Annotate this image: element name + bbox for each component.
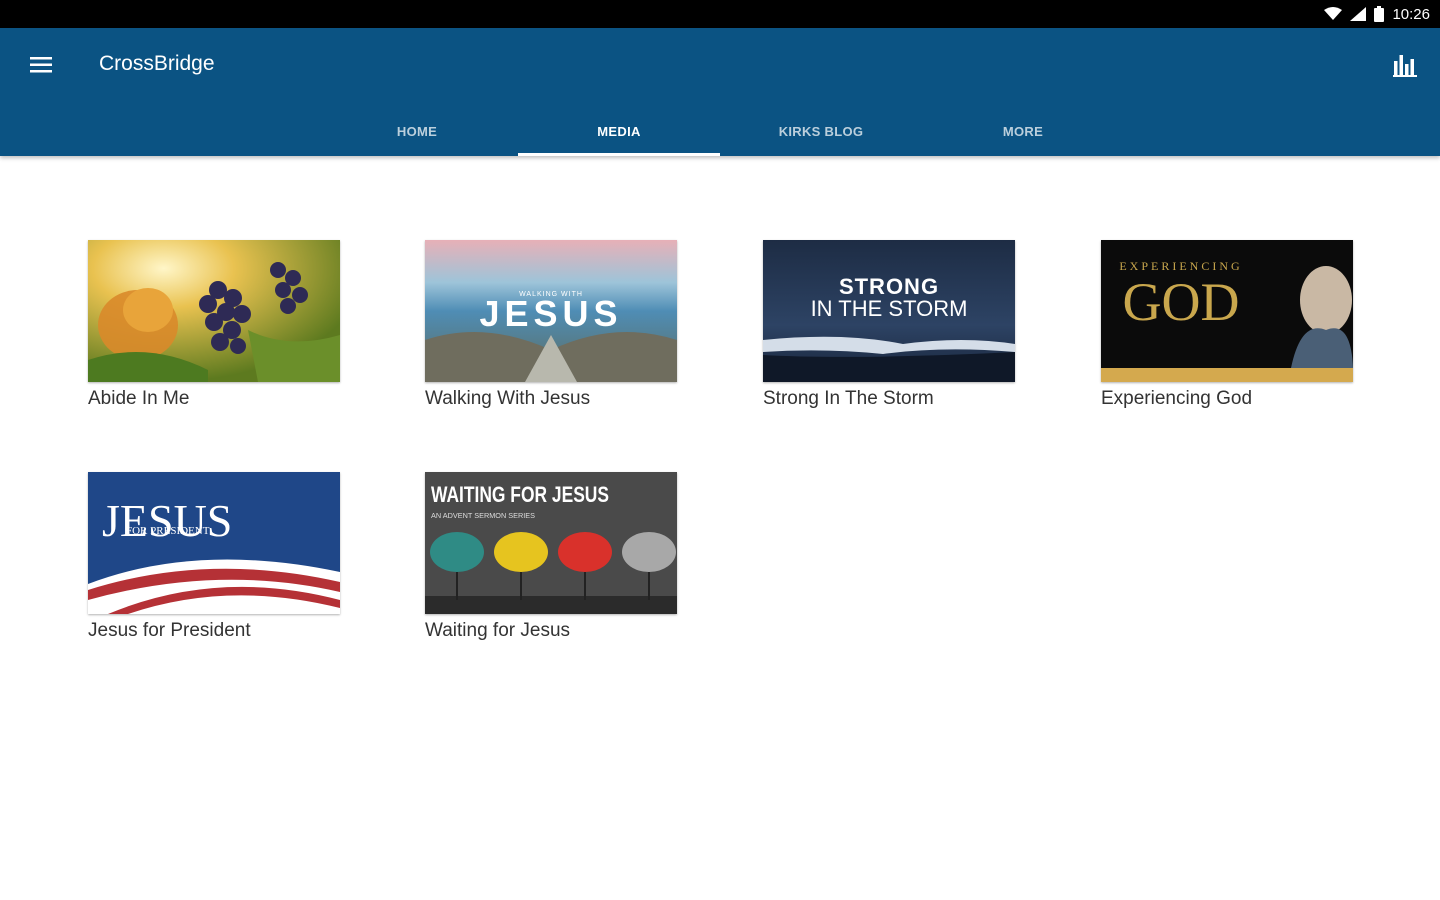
thumb-subtext: AN ADVENT SERMON SERIES [431,513,535,520]
tab-home[interactable]: HOME [316,106,518,156]
media-title: Waiting for Jesus [425,620,571,641]
thumb-text: JESUS [102,495,232,546]
media-thumbnail: WALKING WITH JESUS [425,240,677,382]
media-thumbnail: STRONG IN THE STORM [763,240,1015,382]
status-time: 10:26 [1392,5,1430,23]
signal-icon [1350,7,1367,21]
media-card-walking-with-jesus[interactable]: WALKING WITH JESUS Walking With Jesus [425,240,677,410]
media-title: Abide In Me [88,388,190,409]
thumb-text: WAITING FOR JESUS [431,482,609,507]
thumb-subtext: EXPERIENCING [1119,259,1242,273]
bar-chart-icon[interactable] [1388,48,1422,82]
hamburger-menu-icon[interactable] [24,50,58,80]
tab-media[interactable]: MEDIA [518,106,720,156]
app-bar: CrossBridge HOME MEDIA KIRKS BLOG MORE [0,28,1440,156]
thumb-subtext: FOR PRESIDENT [126,525,210,537]
wifi-icon [1324,7,1343,21]
tab-kirks-blog[interactable]: KIRKS BLOG [720,106,922,156]
media-thumbnail: EXPERIENCING GOD [1101,240,1353,382]
media-card-strong-in-the-storm[interactable]: STRONG IN THE STORM Strong In The Storm [763,240,1015,410]
thumb-text: JESUS [479,293,622,334]
media-thumbnail: WAITING FOR JESUS AN ADVENT SERMON SERIE… [425,472,677,614]
media-title: Jesus for President [88,620,251,641]
media-card-waiting-for-jesus[interactable]: WAITING FOR JESUS AN ADVENT SERMON SERIE… [425,472,677,642]
tab-bar: HOME MEDIA KIRKS BLOG MORE [316,106,1124,156]
media-card-jesus-for-president[interactable]: JESUS FOR PRESIDENT Jesus for President [88,472,340,642]
status-bar: 10:26 [0,0,1440,28]
tab-more[interactable]: MORE [922,106,1124,156]
media-thumbnail: JESUS FOR PRESIDENT [88,472,340,614]
app-title: CrossBridge [99,52,215,75]
media-title: Experiencing God [1101,388,1253,409]
thumb-subtext: IN THE STORM [811,296,968,321]
media-card-abide-in-me[interactable]: Abide In Me [88,240,340,410]
media-card-experiencing-god[interactable]: EXPERIENCING GOD Experiencing God [1101,240,1353,410]
thumb-text: GOD [1123,272,1240,332]
battery-icon [1374,6,1385,22]
media-thumbnail [88,240,340,382]
media-title: Walking With Jesus [425,388,591,409]
media-title: Strong In The Storm [763,388,934,409]
